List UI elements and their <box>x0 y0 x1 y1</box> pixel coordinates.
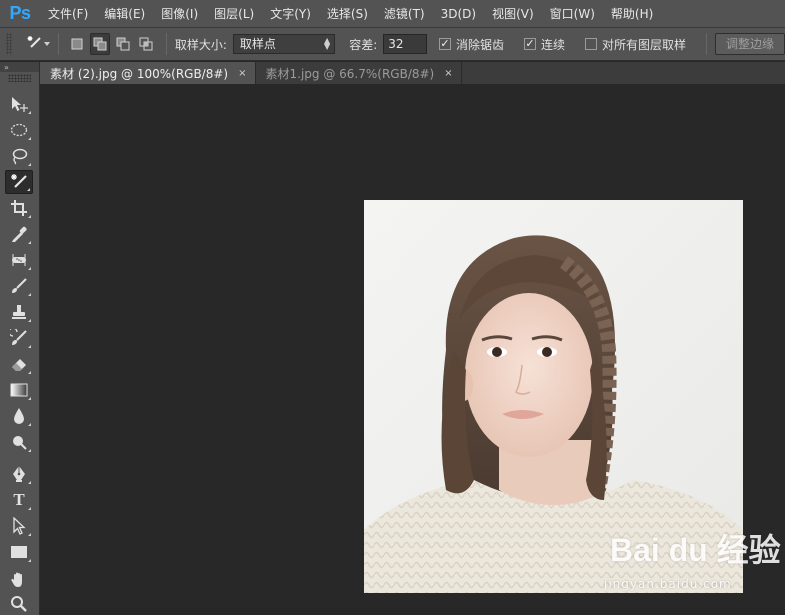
brush-tool[interactable] <box>5 274 33 298</box>
options-bar: 取样大小: 取样点 ▲ ▼ 容差: 32 ✓ 消除锯齿 ✓ 连续 对所有图层取样 … <box>0 28 785 61</box>
menu-view[interactable]: 视图(V) <box>484 0 542 28</box>
baidu-jingyan-watermark: Bai du 经验 jingyan.baidu.com <box>604 525 785 595</box>
close-icon[interactable]: × <box>238 68 246 79</box>
type-tool[interactable]: T <box>5 488 33 512</box>
collapse-panel-icon[interactable]: » <box>0 62 39 72</box>
magic-wand-icon <box>9 172 29 192</box>
tool-preset-picker[interactable] <box>20 32 50 56</box>
magic-wand-tool[interactable] <box>5 170 33 194</box>
rectangle-tool[interactable] <box>5 540 33 564</box>
contiguous-checkbox[interactable]: ✓ <box>523 38 536 50</box>
eraser-icon <box>10 355 28 373</box>
close-icon[interactable]: × <box>444 68 452 79</box>
blur-tool[interactable] <box>5 404 33 428</box>
antialias-checkbox[interactable]: ✓ <box>438 38 451 50</box>
magic-wand-icon <box>26 34 44 55</box>
tools-panel: » T <box>0 62 40 615</box>
menu-edit[interactable]: 编辑(E) <box>96 0 153 28</box>
add-to-selection-button[interactable] <box>89 33 111 55</box>
zoom-icon <box>10 595 28 613</box>
history-brush-tool[interactable] <box>5 326 33 350</box>
subtract-from-selection-button[interactable] <box>112 33 133 55</box>
contiguous-label: 连续 <box>540 37 565 52</box>
gradient-icon <box>10 383 28 397</box>
subtract-selection-icon <box>116 37 130 51</box>
marquee-tool[interactable] <box>5 118 33 142</box>
menu-window[interactable]: 窗口(W) <box>542 0 603 28</box>
divider <box>705 33 707 55</box>
tools-panel-grip[interactable] <box>8 74 31 82</box>
divider <box>165 33 167 55</box>
tab-document-1[interactable]: 素材 (2).jpg @ 100%(RGB/8#) × <box>40 62 256 84</box>
menu-file[interactable]: 文件(F) <box>40 0 96 28</box>
zoom-tool[interactable] <box>5 592 33 615</box>
gradient-tool[interactable] <box>5 378 33 402</box>
menu-type[interactable]: 文字(Y) <box>262 0 319 28</box>
clone-stamp-tool[interactable] <box>5 300 33 324</box>
hand-icon <box>10 571 28 589</box>
move-icon <box>9 95 29 113</box>
watermark-logo-text: Bai du 经验 <box>610 532 781 568</box>
tolerance-input[interactable]: 32 <box>383 34 427 54</box>
healing-brush-tool[interactable] <box>5 248 33 272</box>
refine-edge-button[interactable]: 调整边缘 <box>714 33 785 55</box>
menu-bar: Ps 文件(F) 编辑(E) 图像(I) 图层(L) 文字(Y) 选择(S) 滤… <box>0 0 785 28</box>
elliptical-marquee-icon <box>10 123 28 137</box>
sample-all-layers-option[interactable]: 对所有图层取样 <box>584 36 692 53</box>
rectangle-icon <box>10 545 28 559</box>
document-tab-bar: 素材 (2).jpg @ 100%(RGB/8#) × 素材1.jpg @ 66… <box>40 62 785 84</box>
tab-label: 素材1.jpg @ 66.7%(RGB/8#) <box>265 66 435 81</box>
type-icon: T <box>13 490 25 509</box>
healing-brush-icon <box>10 251 28 269</box>
antialias-option[interactable]: ✓ 消除锯齿 <box>438 36 510 53</box>
watermark-url: jingyan.baidu.com <box>604 577 732 591</box>
lasso-tool[interactable] <box>5 144 33 168</box>
pen-icon <box>10 465 28 483</box>
eraser-tool[interactable] <box>5 352 33 376</box>
menu-layer[interactable]: 图层(L) <box>206 0 262 28</box>
dodge-icon <box>10 433 28 451</box>
new-selection-button[interactable] <box>67 33 88 55</box>
move-tool[interactable] <box>5 92 33 116</box>
menu-3d[interactable]: 3D(D) <box>433 0 484 28</box>
add-selection-icon <box>93 37 107 51</box>
photoshop-logo: Ps <box>9 3 31 23</box>
tab-document-2[interactable]: 素材1.jpg @ 66.7%(RGB/8#) × <box>256 62 462 84</box>
eyedropper-tool[interactable] <box>5 222 33 246</box>
crop-tool[interactable] <box>5 196 33 220</box>
menu-help[interactable]: 帮助(H) <box>603 0 661 28</box>
menu-filter[interactable]: 滤镜(T) <box>376 0 433 28</box>
sample-size-value: 取样点 <box>239 37 276 51</box>
eyedropper-icon <box>10 225 28 243</box>
brush-icon <box>10 277 28 295</box>
contiguous-option[interactable]: ✓ 连续 <box>523 36 571 53</box>
crop-icon <box>10 199 28 217</box>
select-arrows-icon: ▲ ▼ <box>324 36 331 51</box>
stamp-icon <box>10 303 28 321</box>
tolerance-label: 容差: <box>349 37 378 52</box>
menu-image[interactable]: 图像(I) <box>153 0 206 28</box>
path-selection-tool[interactable] <box>5 514 33 538</box>
tab-label: 素材 (2).jpg @ 100%(RGB/8#) <box>50 66 229 81</box>
blur-drop-icon <box>12 407 26 425</box>
antialias-label: 消除锯齿 <box>455 37 504 52</box>
intersect-selection-button[interactable] <box>135 33 156 55</box>
path-selection-icon <box>11 517 27 535</box>
divider <box>57 33 59 55</box>
options-bar-grip[interactable] <box>6 33 12 55</box>
new-selection-icon <box>71 38 83 50</box>
sample-all-layers-checkbox[interactable] <box>584 38 597 50</box>
sample-size-select[interactable]: 取样点 ▲ ▼ <box>232 34 336 54</box>
pen-tool[interactable] <box>5 462 33 486</box>
lasso-icon <box>10 147 28 165</box>
dodge-tool[interactable] <box>5 430 33 454</box>
history-brush-icon <box>10 329 28 347</box>
sample-all-layers-label: 对所有图层取样 <box>601 37 686 52</box>
hand-tool[interactable] <box>5 568 33 592</box>
menu-select[interactable]: 选择(S) <box>319 0 376 28</box>
chevron-down-icon <box>43 42 50 46</box>
intersect-selection-icon <box>139 37 152 51</box>
sample-size-label: 取样大小: <box>174 37 227 52</box>
